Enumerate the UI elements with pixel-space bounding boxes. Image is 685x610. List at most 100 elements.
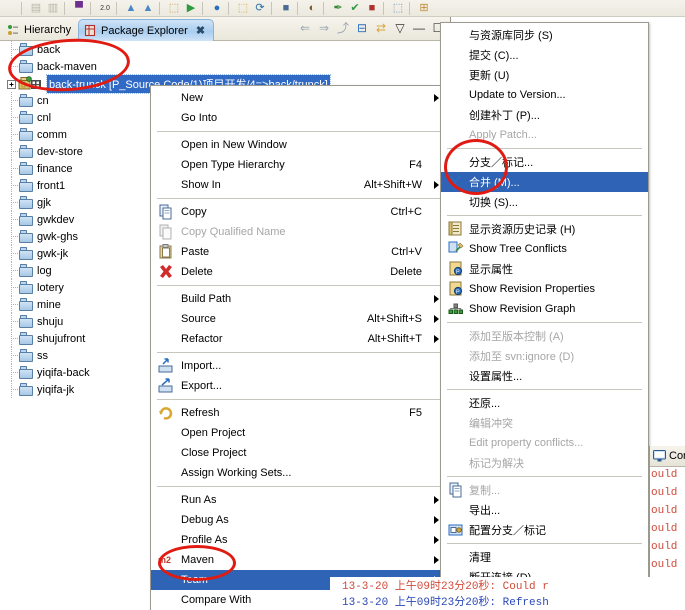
menu-item-label: Team xyxy=(181,574,208,586)
console-tab-label: Cons xyxy=(669,450,685,462)
debug-icon[interactable]: ▲ xyxy=(123,1,139,16)
pin-icon[interactable]: ✒ xyxy=(330,1,346,16)
menu-item-import[interactable]: Import... xyxy=(151,356,446,376)
menu-item-[interactable]: 导出... xyxy=(441,500,648,520)
menu-item-show-revision-graph[interactable]: Show Revision Graph xyxy=(441,299,648,319)
menu-item-[interactable]: 设置属性... xyxy=(441,366,648,386)
toolbar-separator xyxy=(159,1,164,15)
tab-package-explorer[interactable]: Package Explorer ✖ xyxy=(78,19,215,41)
menu-item-open-in-new-window[interactable]: Open in New Window xyxy=(151,135,446,155)
menu-item-s[interactable]: 与资源库同步 (S) xyxy=(441,25,648,45)
view-menu-icon[interactable]: ▽ xyxy=(392,20,408,36)
menu-item-copy[interactable]: Copy Ctrl+C xyxy=(151,202,446,222)
menu-item-refresh[interactable]: Refresh F5 xyxy=(151,403,446,423)
submenu-arrow-icon xyxy=(434,496,439,504)
menu-item-open-type-hierarchy[interactable]: Open Type Hierarchy F4 xyxy=(151,155,446,175)
menu-item-update-to-version[interactable]: Update to Version... xyxy=(441,85,648,105)
menu-item-open-project[interactable]: Open Project xyxy=(151,423,446,443)
menu-item-paste[interactable]: Paste Ctrl+V xyxy=(151,242,446,262)
menu-item-h[interactable]: 显示资源历史记录 (H) xyxy=(441,219,648,239)
tree-item[interactable]: back xyxy=(0,41,449,58)
tree-guide xyxy=(6,364,19,381)
menu-item-run-as[interactable]: Run As xyxy=(151,490,446,510)
menu-item-export[interactable]: Export... xyxy=(151,376,446,396)
tree-item[interactable]: back-maven xyxy=(0,58,449,75)
open-perspective-icon[interactable]: ⬚ xyxy=(390,1,406,16)
menu-item-label: Go Into xyxy=(181,112,218,124)
menu-item-refactor[interactable]: Refactor Alt+Shift+T xyxy=(151,329,446,349)
tree-item-label: ss xyxy=(37,349,48,362)
menu-item-u[interactable]: 更新 (U) xyxy=(441,65,648,85)
link-editor-icon[interactable]: ⇄ xyxy=(373,20,389,36)
menu-item-new[interactable]: New xyxy=(151,88,446,108)
print-icon[interactable]: ▀ xyxy=(71,1,87,16)
tree-guide xyxy=(6,296,19,313)
run-icon[interactable]: ▶ xyxy=(183,1,199,16)
tab-console[interactable]: Cons xyxy=(650,446,685,467)
save-icon[interactable]: ▤ xyxy=(28,1,44,16)
console-line: ould r xyxy=(651,505,685,517)
history-icon xyxy=(448,221,464,237)
console-line: ould r xyxy=(651,469,685,481)
folder-icon xyxy=(18,93,34,108)
collapse-up-icon[interactable]: ⤴ xyxy=(335,20,351,36)
open-folder-icon[interactable]: ⬚ xyxy=(235,1,251,16)
minimize-icon[interactable]: — xyxy=(411,20,427,36)
new-folder-icon[interactable]: ⬚ xyxy=(166,1,182,16)
menu-item-c[interactable]: 提交 (C)... xyxy=(441,45,648,65)
search-icon[interactable]: ■ xyxy=(278,1,294,16)
menu-item-maven[interactable]: m2 Maven xyxy=(151,550,446,570)
open-perspective-icon-glyph: ⬚ xyxy=(392,1,404,14)
menu-item-[interactable]: 分支／标记... xyxy=(441,152,648,172)
tree-guide xyxy=(6,41,19,58)
menu-item-label: 创建补丁 (P)... xyxy=(469,110,540,122)
debug-alt-icon[interactable]: ▲ xyxy=(140,1,156,16)
back-arrow-icon[interactable]: ⇐ xyxy=(297,20,313,36)
folder-icon xyxy=(18,348,34,363)
new-file-icon[interactable]: □ xyxy=(2,1,18,16)
menu-item-[interactable]: 清理 xyxy=(441,547,648,567)
java-version-icon[interactable]: 2.0 xyxy=(97,1,113,16)
team-svn-submenu[interactable]: 与资源库同步 (S) 提交 (C)... 更新 (U) Update to Versi… xyxy=(440,22,649,590)
menu-item-show-revision-properties[interactable]: P Show Revision Properties xyxy=(441,279,648,299)
menu-item-s[interactable]: 切换 (S)... xyxy=(441,192,648,212)
menu-item-label: Copy Qualified Name xyxy=(181,226,286,238)
menu-item-[interactable]: 配置分支／标记 xyxy=(441,520,648,540)
configure-branch-icon xyxy=(448,522,464,538)
menu-item-delete[interactable]: Delete Delete xyxy=(151,262,446,282)
tab-hierarchy[interactable]: Hierarchy xyxy=(2,19,79,41)
menu-item-show-in[interactable]: Show In Alt+Shift+W xyxy=(151,175,446,195)
save-all-icon[interactable]: ▥ xyxy=(45,1,61,16)
paint-icon[interactable]: ◐ xyxy=(304,1,320,16)
refresh-icon[interactable]: ⟳ xyxy=(252,1,268,16)
menu-item-shortcut: F5 xyxy=(409,407,422,419)
perspective-icon[interactable]: ⊞ xyxy=(416,1,432,16)
menu-item-: 编辑冲突 xyxy=(441,413,648,433)
close-icon[interactable]: ✖ xyxy=(196,24,205,37)
forward-arrow-icon[interactable]: ⇒ xyxy=(316,20,332,36)
menu-item-close-project[interactable]: Close Project xyxy=(151,443,446,463)
menu-item-build-path[interactable]: Build Path xyxy=(151,289,446,309)
menu-item-label: Profile As xyxy=(181,534,228,546)
import-icon xyxy=(158,358,174,374)
console-line: ould r xyxy=(651,559,685,571)
menu-item-profile-as[interactable]: Profile As xyxy=(151,530,446,550)
menu-item-go-into[interactable]: Go Into xyxy=(151,108,446,128)
lock-icon[interactable]: ■ xyxy=(364,1,380,16)
menu-item-p[interactable]: 创建补丁 (P)... xyxy=(441,105,648,125)
expand-toggle-icon[interactable] xyxy=(6,75,18,92)
validate-icon[interactable]: ✔ xyxy=(347,1,363,16)
collapse-all-icon[interactable]: ⊟ xyxy=(354,20,370,36)
menu-item-show-tree-conflicts[interactable]: Show Tree Conflicts xyxy=(441,239,648,259)
browser-icon[interactable]: ● xyxy=(209,1,225,16)
project-context-menu[interactable]: New Go Into Open in New Window Open Type Hi… xyxy=(150,85,447,610)
menu-item-m[interactable]: 合并 (M)... xyxy=(441,172,648,192)
menu-item-debug-as[interactable]: Debug As xyxy=(151,510,446,530)
menu-item-source[interactable]: Source Alt+Shift+S xyxy=(151,309,446,329)
menu-item-[interactable]: P 显示属性 xyxy=(441,259,648,279)
menu-item-: 标记为解决 xyxy=(441,453,648,473)
tree-item-label: yiqifa-jk xyxy=(37,383,75,396)
menu-item-assign-working-sets[interactable]: Assign Working Sets... xyxy=(151,463,446,483)
menu-item-[interactable]: 还原... xyxy=(441,393,648,413)
menu-separator xyxy=(447,322,642,323)
